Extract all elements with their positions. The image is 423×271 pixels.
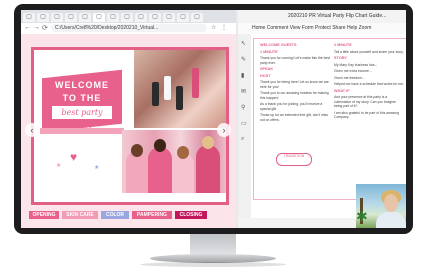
- tool-sidebar: ↖ ✎ ▮ ✉ ⚲ ▭ ⌕: [238, 34, 251, 228]
- star-icon: ★: [94, 165, 100, 171]
- paragraph: My Mary Kay business has...: [334, 62, 378, 67]
- presenter-image: [376, 212, 406, 228]
- palm-tree-image: ✱: [356, 198, 368, 224]
- products-photo: [134, 50, 226, 128]
- menu-icon[interactable]: ⋮: [221, 24, 227, 31]
- browser-tab[interactable]: ▢: [191, 13, 203, 22]
- person-image: [126, 151, 148, 193]
- person-image: [172, 153, 194, 193]
- pen-icon[interactable]: ✎: [241, 56, 246, 63]
- menu-bar[interactable]: Home Comment View Form Protect Share Hel…: [238, 23, 406, 34]
- browser-tab[interactable]: ▢: [163, 13, 175, 22]
- heart-icon: ♥: [70, 150, 78, 164]
- reload-icon[interactable]: ⟳: [42, 24, 48, 32]
- attach-icon[interactable]: ⚲: [241, 104, 245, 111]
- presenter-image: [384, 194, 398, 212]
- person-image: [154, 139, 166, 152]
- paragraph: I am also grateful to be part of this am…: [334, 110, 400, 120]
- bottle-image: [152, 82, 159, 106]
- bottle-image: [176, 86, 183, 110]
- back-icon[interactable]: ←: [24, 24, 31, 31]
- accent-bar: [40, 128, 124, 134]
- tab-skin-care[interactable]: SKIN CARE: [62, 211, 98, 219]
- paragraph: Thank you to our amazing hostess for mak…: [260, 91, 329, 100]
- slide: WELCOME TO THE best party ever! ♥ ★ ★: [31, 47, 229, 205]
- tab-closing[interactable]: CLOSING: [175, 211, 207, 219]
- document-title: 2020210 PR Virtual Party Flip Chart Guid…: [238, 10, 406, 23]
- welcome-title: WELCOME: [55, 80, 109, 90]
- section-tabs: OPENING SKIN CARE COLOR PAMPERING CLOSIN…: [29, 211, 229, 219]
- browser-tab-strip: ▢ ▢ ▢ ▢ ▢ ▢ ▢ ▢ ▢ ▢ ▢ ▢ ▢: [21, 10, 236, 23]
- pointer-icon[interactable]: ↖: [241, 40, 246, 47]
- comment-icon[interactable]: ✉: [241, 88, 246, 95]
- section-subheading: 1 MINUTE: [260, 49, 278, 54]
- welcome-banner: WELCOME TO THE best party ever!: [42, 69, 122, 133]
- url-input[interactable]: C:/Users/Cre8%20/Desktop/2020210_Virtual…: [51, 24, 207, 32]
- paragraph: Thank you for coming! Let's make this th…: [260, 56, 331, 65]
- paragraph: Given me freedom...: [334, 75, 365, 80]
- section-heading: SPEAK: [260, 67, 274, 71]
- browser-tab[interactable]: ▢: [23, 13, 35, 22]
- paragraph: Given me extra income...: [334, 69, 372, 73]
- star-icon: ★: [56, 163, 62, 169]
- section-heading: STORY: [334, 56, 347, 60]
- right-document-window: 2020210 PR Virtual Party Flip Chart Guid…: [238, 10, 406, 228]
- browser-tab[interactable]: ▢: [177, 13, 189, 22]
- next-slide-button[interactable]: ›: [217, 123, 231, 137]
- paragraph: Thank you for being here! Let us know we…: [260, 80, 329, 89]
- bottle-image: [164, 76, 171, 100]
- stand-shadow: [140, 262, 286, 267]
- browser-tab[interactable]: ▢: [149, 13, 161, 22]
- guide-column-left: WELCOME GUESTS 1 MINUTE Thank you for co…: [260, 43, 330, 124]
- person-image: [196, 145, 220, 193]
- prev-slide-button[interactable]: ‹: [25, 123, 39, 137]
- search-icon[interactable]: ⌕: [241, 136, 244, 143]
- tab-opening[interactable]: OPENING: [29, 211, 59, 219]
- browser-tab[interactable]: ▢: [51, 13, 63, 22]
- tab-color[interactable]: COLOR: [101, 211, 129, 219]
- browser-tab[interactable]: ▢: [79, 13, 91, 22]
- person-image: [177, 146, 189, 159]
- highlight-icon[interactable]: ▮: [241, 72, 244, 79]
- person-image: [131, 144, 143, 157]
- section-heading: HOST: [260, 73, 271, 78]
- paragraph: Tell a little about yourself and share y…: [334, 49, 404, 54]
- guide-column-right: 2 MINUTE Tell a little about yourself an…: [334, 43, 404, 122]
- shape-icon[interactable]: ▭: [241, 120, 247, 127]
- slide-viewer: WELCOME TO THE best party ever! ♥ ★ ★ ‹ …: [21, 34, 236, 228]
- left-browser-window: ▢ ▢ ▢ ▢ ▢ ▢ ▢ ▢ ▢ ▢ ▢ ▢ ▢ ← → ⟳ C:/Users…: [21, 10, 236, 228]
- women-photo: [122, 130, 226, 193]
- best-party-ever-title: best party ever!: [52, 106, 112, 130]
- browser-tab[interactable]: ▢: [65, 13, 77, 22]
- monitor-bezel: ▢ ▢ ▢ ▢ ▢ ▢ ▢ ▢ ▢ ▢ ▢ ▢ ▢ ← → ⟳ C:/Users…: [14, 4, 413, 234]
- monitor-stand: [190, 234, 236, 256]
- forward-icon[interactable]: →: [33, 24, 40, 31]
- paragraph: Helped me have a schedule that works for…: [334, 82, 404, 86]
- document-page: WELCOME GUESTS 1 MINUTE Thank you for co…: [253, 38, 406, 200]
- browser-tab[interactable]: ▢: [107, 13, 119, 22]
- transition-badge: TRANSITION: [276, 153, 312, 166]
- bottle-image: [192, 68, 199, 98]
- paragraph: As a thank you for joining, you'll recei…: [260, 102, 323, 111]
- person-image: [148, 147, 172, 193]
- section-heading: WHAT IF: [334, 88, 350, 93]
- star-icon[interactable]: ☆: [211, 24, 216, 31]
- to-the-title: TO THE: [62, 93, 102, 103]
- browser-tab[interactable]: ▢: [135, 13, 147, 22]
- section-heading: 2 MINUTE: [334, 43, 352, 47]
- browser-tab[interactable]: ▢: [121, 13, 133, 22]
- screen: ▢ ▢ ▢ ▢ ▢ ▢ ▢ ▢ ▢ ▢ ▢ ▢ ▢ ← → ⟳ C:/Users…: [21, 10, 406, 228]
- person-image: [202, 136, 214, 149]
- paragraph: Those up for an extended free gift, don'…: [260, 113, 328, 122]
- webcam-video[interactable]: ✱: [356, 184, 406, 228]
- browser-tab[interactable]: ▢: [37, 13, 49, 22]
- section-heading: WELCOME GUESTS: [260, 43, 297, 47]
- tab-pampering[interactable]: PAMPERING: [132, 211, 172, 219]
- paragraph: And your presence at this party is a cul…: [334, 95, 396, 108]
- browser-tab-active[interactable]: ▢: [93, 13, 105, 22]
